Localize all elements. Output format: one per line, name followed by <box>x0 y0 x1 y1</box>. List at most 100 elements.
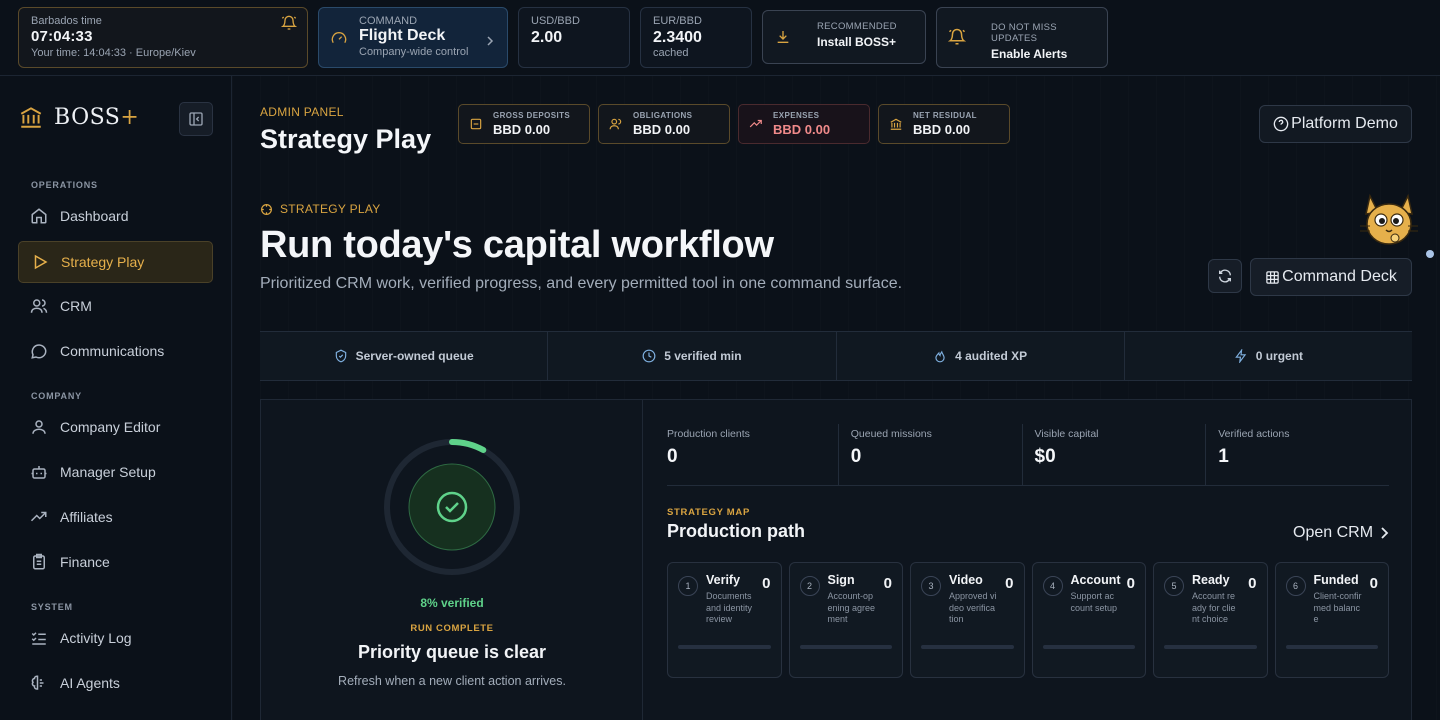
section-label-system: SYSTEM <box>31 602 73 612</box>
sidebar-item-label: CRM <box>60 298 92 314</box>
step-number: 4 <box>1042 576 1063 596</box>
install-title: Install BOSS+ <box>817 35 897 49</box>
sidebar-item-finance[interactable]: Finance <box>18 541 213 583</box>
sidebar-item-strategy-play[interactable]: Strategy Play <box>18 241 213 283</box>
users-icon <box>609 118 622 130</box>
fx-note: cached <box>653 47 689 59</box>
sidebar-item-label: AI Agents <box>60 675 120 691</box>
section-label-company: COMPANY <box>31 391 82 401</box>
mascot-cat-icon[interactable] <box>1358 186 1420 252</box>
kpi-value: 0 <box>850 446 862 467</box>
kpi-label: Verified actions <box>1218 428 1290 440</box>
sidebar-item-crm[interactable]: CRM <box>18 285 213 327</box>
status-text: 4 audited XP <box>955 349 1028 363</box>
sidebar-collapse-icon <box>189 112 203 126</box>
sidebar-item-company-editor[interactable]: Company Editor <box>18 406 213 448</box>
fx-usd-bbd: USD/BBD 2.00 <box>518 7 630 68</box>
command-deck-button[interactable]: Command Deck <box>1250 258 1412 296</box>
status-text: 0 urgent <box>1255 349 1304 363</box>
local-time: Your time: 14:04:33 · Europe/Kiev <box>31 47 196 59</box>
step-progress-bar <box>1042 645 1135 649</box>
strategy-map-title: Production path <box>667 521 805 541</box>
hero-title: Run today's capital workflow <box>260 224 774 266</box>
chevron-right-icon <box>487 36 494 46</box>
status-urgent: 0 urgent <box>1125 332 1412 380</box>
sidebar-item-ai-agents[interactable]: AI Agents <box>18 662 213 704</box>
metric-net-residual[interactable]: NET RESIDUAL BBD 0.00 <box>878 104 1010 144</box>
sidebar-item-label: Company Editor <box>60 419 161 435</box>
sidebar-item-communications[interactable]: Communications <box>18 330 213 372</box>
fx-value: 2.3400 <box>653 29 702 46</box>
list-check-icon <box>31 632 46 645</box>
step-number: 2 <box>799 576 820 596</box>
sidebar-item-label: Strategy Play <box>61 254 145 270</box>
open-crm-link[interactable]: Open CRM <box>1293 524 1389 542</box>
sidebar: BOSS+ OPERATIONS Dashboard Strategy Play… <box>0 76 232 720</box>
top-bar: Barbados time 07:04:33 Your time: 14:04:… <box>0 0 1440 76</box>
admin-panel-label: ADMIN PANEL <box>260 105 344 119</box>
run-state: RUN COMPLETE <box>410 623 494 634</box>
step-sign[interactable]: 2 Sign 0 Account-opening agreement <box>788 562 903 678</box>
install-boss-button[interactable]: RECOMMENDED Install BOSS+ <box>762 10 926 64</box>
clipboard-icon <box>33 553 45 570</box>
kpi-label: Production clients <box>667 428 750 440</box>
metric-expenses[interactable]: EXPENSES BBD 0.00 <box>738 104 870 144</box>
kpi-value: $0 <box>1034 446 1056 467</box>
step-description: Account ready for client choice <box>1192 591 1236 624</box>
sidebar-item-activity-log[interactable]: Activity Log <box>18 617 213 659</box>
step-description: Account-opening agreement <box>827 591 876 624</box>
metric-value: BBD 0.00 <box>913 122 971 137</box>
step-account[interactable]: 4 Account 0 Support account setup <box>1031 562 1146 678</box>
sidebar-item-manager-setup[interactable]: Manager Setup <box>18 451 213 493</box>
kpi-value: 0 <box>667 446 678 467</box>
step-funded[interactable]: 6 Funded 0 Client-confirmed balance <box>1274 562 1389 678</box>
barbados-time-card: Barbados time 07:04:33 Your time: 14:04:… <box>18 7 308 68</box>
chat-icon <box>31 344 47 359</box>
step-video[interactable]: 3 Video 0 Approved video verification <box>910 562 1025 678</box>
step-progress-bar <box>678 645 771 649</box>
fx-pair: USD/BBD <box>531 15 580 27</box>
fx-value: 2.00 <box>531 29 563 46</box>
help-circle-icon <box>1273 116 1289 132</box>
bell-icon[interactable] <box>281 15 297 31</box>
collapse-sidebar-button[interactable] <box>179 102 213 136</box>
step-count: 0 <box>762 575 771 592</box>
metric-value: BBD 0.00 <box>493 122 551 137</box>
metric-value: BBD 0.00 <box>773 122 831 137</box>
status-text: 5 verified min <box>664 349 742 363</box>
bot-icon <box>31 466 47 479</box>
status-dot <box>1426 250 1434 258</box>
platform-demo-label: Platform Demo <box>1291 115 1398 132</box>
command-title: Flight Deck <box>359 27 446 44</box>
sidebar-item-label: Finance <box>60 554 110 570</box>
enable-alerts-button[interactable]: DO NOT MISS UPDATES Enable Alerts <box>936 7 1108 68</box>
page-title: Strategy Play <box>260 124 432 154</box>
refresh-button[interactable] <box>1208 259 1242 293</box>
flame-icon <box>935 350 945 363</box>
platform-demo-button[interactable]: Platform Demo <box>1259 105 1412 143</box>
queue-subtitle: Refresh when a new client action arrives… <box>338 674 566 688</box>
time-value: 07:04:33 <box>31 28 93 45</box>
trending-up-icon <box>30 511 47 522</box>
brand-name: BOSS+ <box>54 104 140 130</box>
users-icon <box>30 299 48 313</box>
progress-pane: 8% verified RUN COMPLETE Priority queue … <box>261 400 643 720</box>
user-icon <box>32 420 46 434</box>
strategy-pane: Production clients 0 Queued missions 0 V… <box>643 400 1413 720</box>
sidebar-item-affiliates[interactable]: Affiliates <box>18 496 213 538</box>
step-description: Client-confirmed balance <box>1313 591 1362 624</box>
trending-icon <box>749 119 762 128</box>
metric-gross-deposits[interactable]: GROSS DEPOSITS BBD 0.00 <box>458 104 590 144</box>
refresh-icon <box>1219 269 1231 283</box>
bolt-icon <box>1234 349 1246 363</box>
metric-obligations[interactable]: OBLIGATIONS BBD 0.00 <box>598 104 730 144</box>
step-verify[interactable]: 1 Verify 0 Documents and identity review <box>667 562 782 678</box>
step-ready[interactable]: 5 Ready 0 Account ready for client choic… <box>1153 562 1268 678</box>
kpi-production-clients: Production clients 0 <box>667 424 839 485</box>
kpi-label: Visible capital <box>1034 428 1099 440</box>
document-icon <box>470 118 482 130</box>
flight-deck-button[interactable]: COMMAND Flight Deck Company-wide control <box>318 7 508 68</box>
step-count: 0 <box>1005 575 1014 592</box>
sidebar-item-dashboard[interactable]: Dashboard <box>18 195 213 237</box>
brand[interactable]: BOSS+ <box>18 104 139 130</box>
